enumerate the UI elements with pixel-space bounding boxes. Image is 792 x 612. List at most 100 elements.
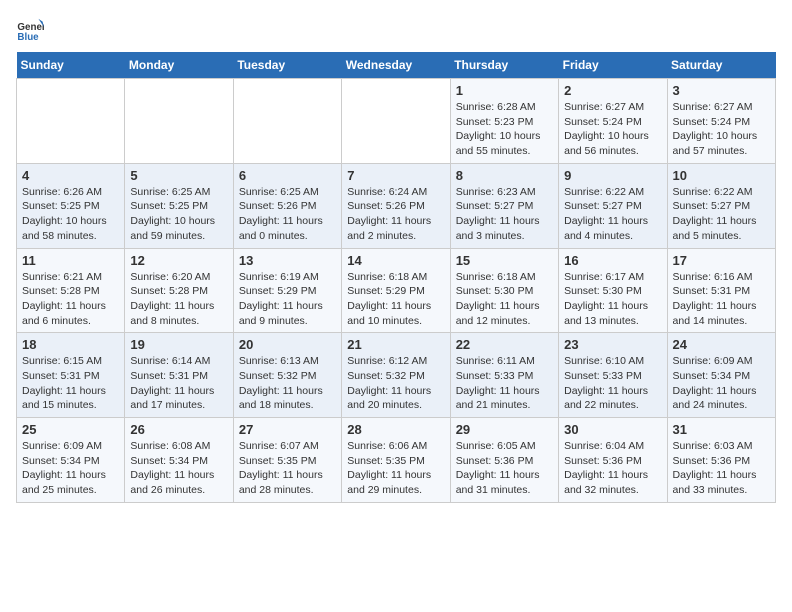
calendar-cell: 14 Sunrise: 6:18 AM Sunset: 5:29 PM Dayli… <box>342 248 450 333</box>
weekday-header-wednesday: Wednesday <box>342 52 450 79</box>
logo: General Blue <box>16 16 44 44</box>
calendar-cell: 12 Sunrise: 6:20 AM Sunset: 5:28 PM Dayli… <box>125 248 233 333</box>
page-header: General Blue <box>16 16 776 44</box>
day-content: Sunrise: 6:18 AM Sunset: 5:29 PM Dayligh… <box>347 270 444 329</box>
calendar-cell: 15 Sunrise: 6:18 AM Sunset: 5:30 PM Dayli… <box>450 248 558 333</box>
calendar-cell: 11Sunrise: 6:21 AM Sunset: 5:28 PM Dayli… <box>17 248 125 333</box>
day-content: Sunrise: 6:06 AM Sunset: 5:35 PM Dayligh… <box>347 439 444 498</box>
svg-text:Blue: Blue <box>17 32 39 43</box>
calendar-cell: 5 Sunrise: 6:25 AM Sunset: 5:25 PM Daylig… <box>125 163 233 248</box>
calendar-week-3: 11Sunrise: 6:21 AM Sunset: 5:28 PM Dayli… <box>17 248 776 333</box>
calendar-cell: 21 Sunrise: 6:12 AM Sunset: 5:32 PM Dayli… <box>342 333 450 418</box>
day-content: Sunrise: 6:09 AM Sunset: 5:34 PM Dayligh… <box>673 354 770 413</box>
calendar-cell: 10 Sunrise: 6:22 AM Sunset: 5:27 PM Dayli… <box>667 163 775 248</box>
day-content: Sunrise: 6:22 AM Sunset: 5:27 PM Dayligh… <box>564 185 661 244</box>
calendar-cell: 7 Sunrise: 6:24 AM Sunset: 5:26 PM Daylig… <box>342 163 450 248</box>
day-content: Sunrise: 6:05 AM Sunset: 5:36 PM Dayligh… <box>456 439 553 498</box>
day-content: Sunrise: 6:19 AM Sunset: 5:29 PM Dayligh… <box>239 270 336 329</box>
day-number: 4 <box>22 168 119 183</box>
weekday-header-tuesday: Tuesday <box>233 52 341 79</box>
day-number: 3 <box>673 83 770 98</box>
day-number: 28 <box>347 422 444 437</box>
day-number: 7 <box>347 168 444 183</box>
day-number: 12 <box>130 253 227 268</box>
day-number: 17 <box>673 253 770 268</box>
logo-icon: General Blue <box>16 16 44 44</box>
calendar-cell: 8 Sunrise: 6:23 AM Sunset: 5:27 PM Daylig… <box>450 163 558 248</box>
calendar-cell: 17 Sunrise: 6:16 AM Sunset: 5:31 PM Dayli… <box>667 248 775 333</box>
calendar-cell <box>17 79 125 164</box>
calendar-week-5: 25Sunrise: 6:09 AM Sunset: 5:34 PM Dayli… <box>17 418 776 503</box>
day-number: 15 <box>456 253 553 268</box>
calendar-cell: 22 Sunrise: 6:11 AM Sunset: 5:33 PM Dayli… <box>450 333 558 418</box>
day-content: Sunrise: 6:25 AM Sunset: 5:26 PM Dayligh… <box>239 185 336 244</box>
day-number: 1 <box>456 83 553 98</box>
day-content: Sunrise: 6:27 AM Sunset: 5:24 PM Dayligh… <box>564 100 661 159</box>
day-content: Sunrise: 6:15 AM Sunset: 5:31 PM Dayligh… <box>22 354 119 413</box>
weekday-header-monday: Monday <box>125 52 233 79</box>
day-content: Sunrise: 6:28 AM Sunset: 5:23 PM Dayligh… <box>456 100 553 159</box>
day-number: 10 <box>673 168 770 183</box>
calendar-cell: 13 Sunrise: 6:19 AM Sunset: 5:29 PM Dayli… <box>233 248 341 333</box>
day-number: 22 <box>456 337 553 352</box>
calendar-cell: 20 Sunrise: 6:13 AM Sunset: 5:32 PM Dayli… <box>233 333 341 418</box>
calendar-cell: 25Sunrise: 6:09 AM Sunset: 5:34 PM Dayli… <box>17 418 125 503</box>
weekday-header-saturday: Saturday <box>667 52 775 79</box>
day-number: 11 <box>22 253 119 268</box>
calendar-cell <box>233 79 341 164</box>
day-number: 25 <box>22 422 119 437</box>
day-content: Sunrise: 6:12 AM Sunset: 5:32 PM Dayligh… <box>347 354 444 413</box>
day-number: 9 <box>564 168 661 183</box>
calendar-cell: 16Sunrise: 6:17 AM Sunset: 5:30 PM Dayli… <box>559 248 667 333</box>
day-content: Sunrise: 6:11 AM Sunset: 5:33 PM Dayligh… <box>456 354 553 413</box>
day-content: Sunrise: 6:07 AM Sunset: 5:35 PM Dayligh… <box>239 439 336 498</box>
calendar-week-1: 1 Sunrise: 6:28 AM Sunset: 5:23 PM Daylig… <box>17 79 776 164</box>
calendar-cell: 4 Sunrise: 6:26 AM Sunset: 5:25 PM Daylig… <box>17 163 125 248</box>
calendar-week-2: 4 Sunrise: 6:26 AM Sunset: 5:25 PM Daylig… <box>17 163 776 248</box>
day-content: Sunrise: 6:18 AM Sunset: 5:30 PM Dayligh… <box>456 270 553 329</box>
day-number: 2 <box>564 83 661 98</box>
calendar-cell: 1 Sunrise: 6:28 AM Sunset: 5:23 PM Daylig… <box>450 79 558 164</box>
day-number: 26 <box>130 422 227 437</box>
day-content: Sunrise: 6:13 AM Sunset: 5:32 PM Dayligh… <box>239 354 336 413</box>
calendar-cell <box>342 79 450 164</box>
day-content: Sunrise: 6:16 AM Sunset: 5:31 PM Dayligh… <box>673 270 770 329</box>
day-number: 6 <box>239 168 336 183</box>
day-number: 23 <box>564 337 661 352</box>
calendar-cell: 29Sunrise: 6:05 AM Sunset: 5:36 PM Dayli… <box>450 418 558 503</box>
weekday-header-friday: Friday <box>559 52 667 79</box>
weekday-header-sunday: Sunday <box>17 52 125 79</box>
day-number: 16 <box>564 253 661 268</box>
day-content: Sunrise: 6:22 AM Sunset: 5:27 PM Dayligh… <box>673 185 770 244</box>
calendar-cell: 2 Sunrise: 6:27 AM Sunset: 5:24 PM Daylig… <box>559 79 667 164</box>
day-content: Sunrise: 6:14 AM Sunset: 5:31 PM Dayligh… <box>130 354 227 413</box>
day-content: Sunrise: 6:27 AM Sunset: 5:24 PM Dayligh… <box>673 100 770 159</box>
day-number: 5 <box>130 168 227 183</box>
day-number: 19 <box>130 337 227 352</box>
calendar-cell: 26 Sunrise: 6:08 AM Sunset: 5:34 PM Dayli… <box>125 418 233 503</box>
day-content: Sunrise: 6:23 AM Sunset: 5:27 PM Dayligh… <box>456 185 553 244</box>
calendar-cell: 3 Sunrise: 6:27 AM Sunset: 5:24 PM Daylig… <box>667 79 775 164</box>
calendar-cell: 31 Sunrise: 6:03 AM Sunset: 5:36 PM Dayli… <box>667 418 775 503</box>
day-number: 21 <box>347 337 444 352</box>
day-content: Sunrise: 6:25 AM Sunset: 5:25 PM Dayligh… <box>130 185 227 244</box>
day-content: Sunrise: 6:08 AM Sunset: 5:34 PM Dayligh… <box>130 439 227 498</box>
calendar-week-4: 18 Sunrise: 6:15 AM Sunset: 5:31 PM Dayli… <box>17 333 776 418</box>
day-content: Sunrise: 6:26 AM Sunset: 5:25 PM Dayligh… <box>22 185 119 244</box>
day-content: Sunrise: 6:24 AM Sunset: 5:26 PM Dayligh… <box>347 185 444 244</box>
day-number: 31 <box>673 422 770 437</box>
day-number: 24 <box>673 337 770 352</box>
day-number: 20 <box>239 337 336 352</box>
day-number: 30 <box>564 422 661 437</box>
day-number: 18 <box>22 337 119 352</box>
calendar-cell: 24 Sunrise: 6:09 AM Sunset: 5:34 PM Dayli… <box>667 333 775 418</box>
calendar-cell <box>125 79 233 164</box>
day-number: 14 <box>347 253 444 268</box>
weekday-header-row: SundayMondayTuesdayWednesdayThursdayFrid… <box>17 52 776 79</box>
weekday-header-thursday: Thursday <box>450 52 558 79</box>
day-number: 8 <box>456 168 553 183</box>
day-content: Sunrise: 6:03 AM Sunset: 5:36 PM Dayligh… <box>673 439 770 498</box>
day-number: 13 <box>239 253 336 268</box>
day-content: Sunrise: 6:10 AM Sunset: 5:33 PM Dayligh… <box>564 354 661 413</box>
day-content: Sunrise: 6:20 AM Sunset: 5:28 PM Dayligh… <box>130 270 227 329</box>
